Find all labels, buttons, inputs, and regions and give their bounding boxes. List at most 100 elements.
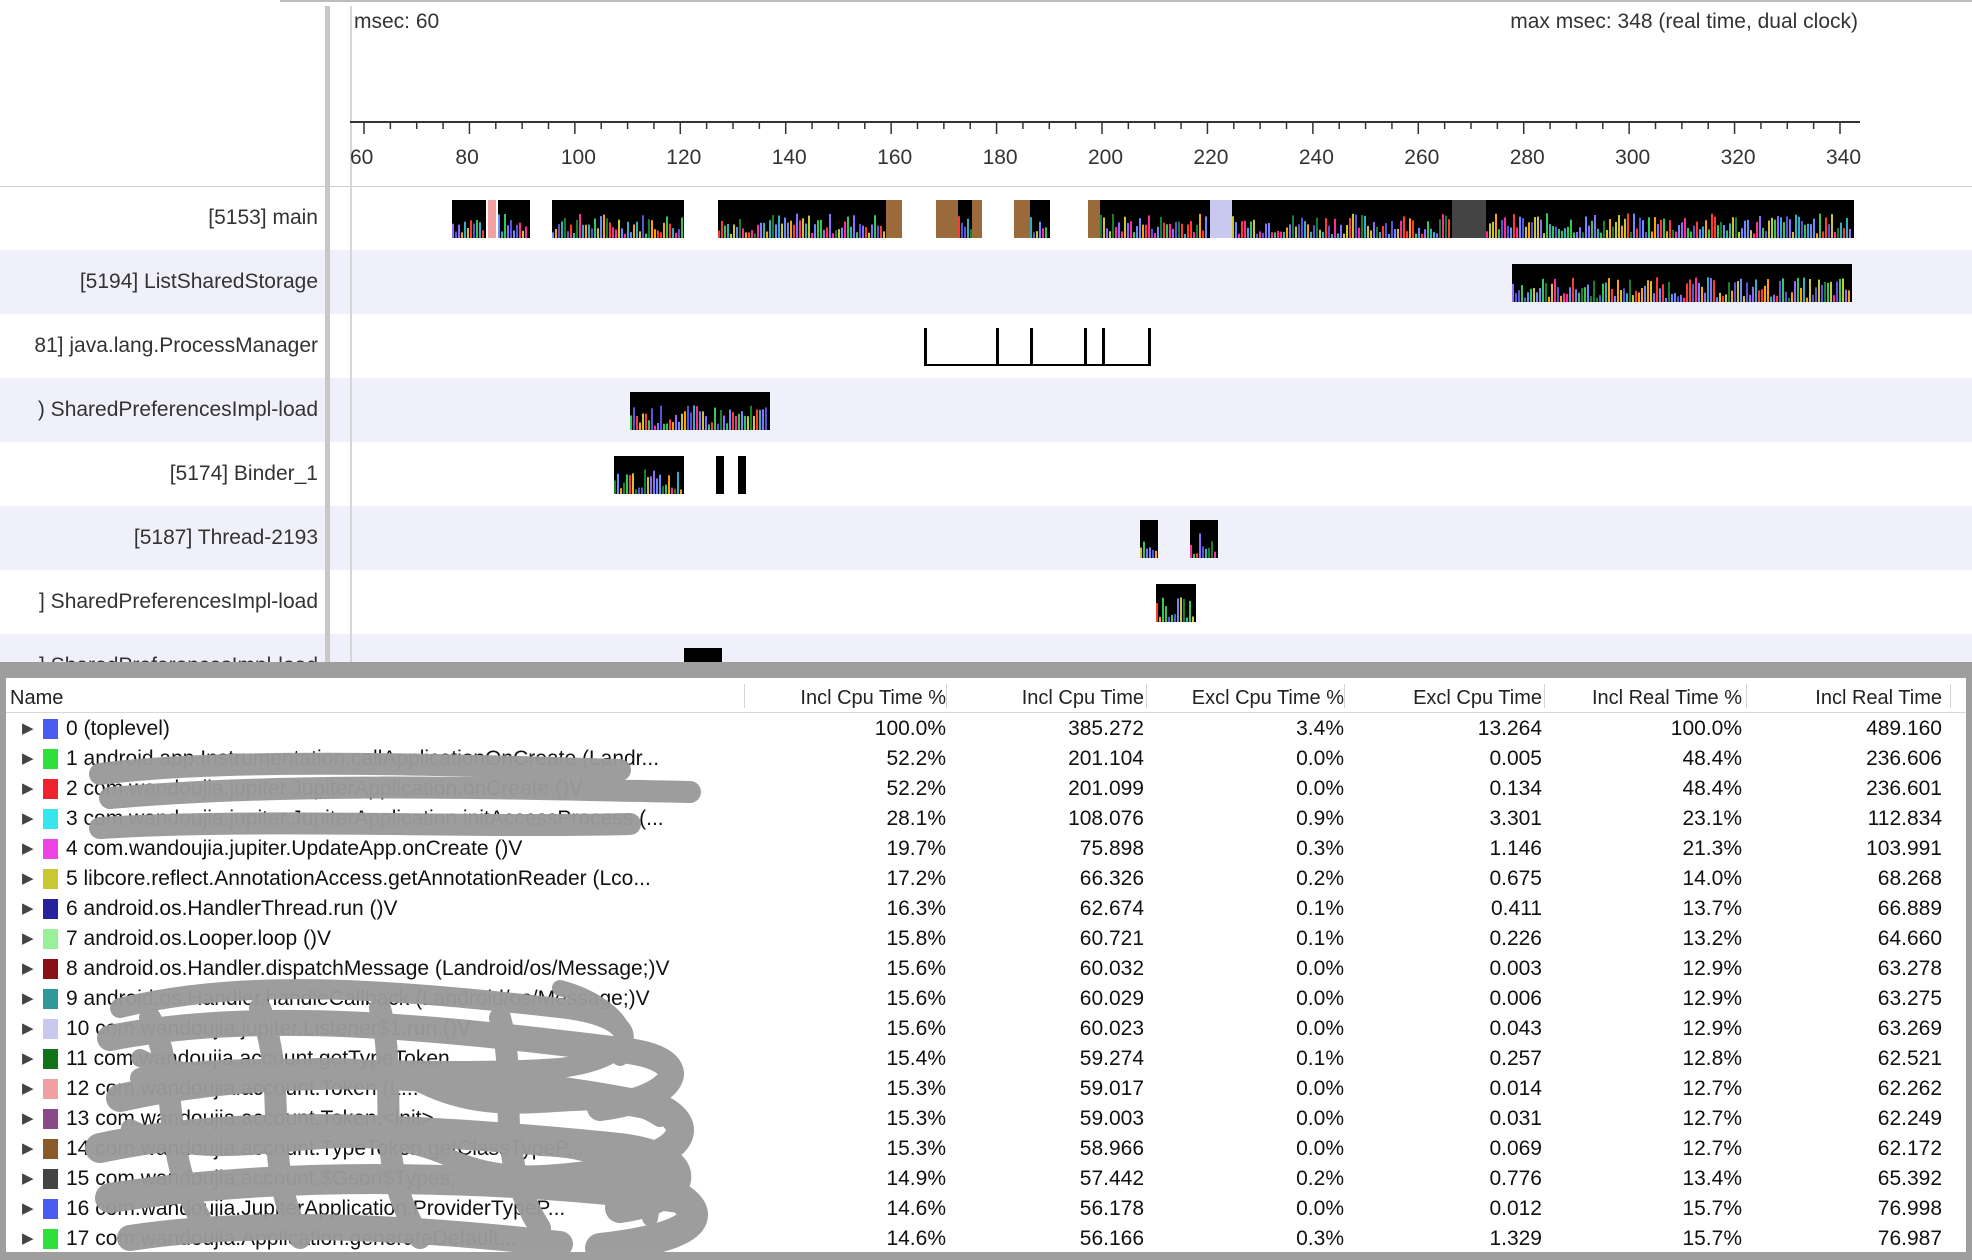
- table-border-right: [1966, 678, 1972, 1260]
- method-spike: [1705, 220, 1707, 238]
- method-spike: [756, 409, 758, 430]
- activity-line: [924, 364, 1150, 366]
- profile-table[interactable]: Name Incl Cpu Time % Incl Cpu Time Excl …: [0, 678, 1972, 1260]
- method-spike: [1382, 226, 1384, 238]
- method-spike: [1445, 215, 1447, 238]
- method-spike: [597, 228, 599, 238]
- method-spike: [1241, 221, 1243, 238]
- method-spike: [1764, 285, 1766, 302]
- table-border-bottom: [0, 1252, 1972, 1260]
- method-spike: [1690, 231, 1692, 238]
- method-spike: [1292, 215, 1294, 238]
- method-spike: [621, 228, 623, 238]
- method-spike: [660, 405, 662, 430]
- method-spike: [1699, 229, 1701, 238]
- method-spike: [1825, 217, 1827, 238]
- method-spike: [1184, 233, 1186, 238]
- method-spike: [1370, 230, 1372, 238]
- method-spike: [642, 413, 644, 430]
- method-spike: [1322, 231, 1324, 238]
- method-spike: [1786, 216, 1788, 238]
- method-spike: [1707, 277, 1709, 302]
- method-spike: [1259, 231, 1261, 238]
- method-spike: [1621, 225, 1623, 238]
- method-spike: [609, 222, 611, 238]
- method-spike: [1788, 297, 1790, 302]
- method-spike: [1663, 218, 1665, 238]
- method-spike: [635, 489, 637, 494]
- method-spike: [1168, 616, 1170, 622]
- method-spike: [1439, 219, 1441, 238]
- method-spike: [1143, 541, 1145, 558]
- method-spike: [564, 218, 566, 238]
- method-spike: [1286, 227, 1288, 238]
- method-spike: [787, 222, 789, 238]
- method-spike: [687, 405, 689, 430]
- method-spike: [720, 409, 722, 430]
- method-spike: [1587, 284, 1589, 302]
- method-spike: [1698, 282, 1700, 302]
- method-spike: [1731, 290, 1733, 302]
- method-spike: [1665, 297, 1667, 302]
- method-spike: [1412, 220, 1414, 238]
- method-spike: [653, 470, 655, 494]
- method-spike: [659, 474, 661, 494]
- method-spike: [1136, 226, 1138, 238]
- method-spike: [1594, 214, 1596, 238]
- method-spike: [1827, 282, 1829, 302]
- pane-divider[interactable]: [0, 662, 1972, 678]
- method-spike: [1186, 617, 1188, 622]
- method-spike: [766, 231, 768, 238]
- method-spike: [1689, 279, 1691, 302]
- method-spike: [1436, 233, 1438, 238]
- method-spike: [1615, 221, 1617, 238]
- method-spike: [1597, 228, 1599, 238]
- method-spike: [1145, 224, 1147, 238]
- method-spike: [853, 215, 855, 238]
- method-spike: [1271, 232, 1273, 238]
- method-spike: [615, 229, 617, 238]
- method-spike: [639, 422, 641, 430]
- method-spike: [651, 220, 653, 238]
- method-spike: [1575, 289, 1577, 302]
- method-spike: [1558, 228, 1560, 238]
- thread-tracks[interactable]: [0, 0, 1972, 662]
- method-spike: [1590, 296, 1592, 302]
- method-spike: [588, 224, 590, 238]
- method-spike: [591, 228, 593, 238]
- timeline-panel[interactable]: [5153] main [5194] ListSharedStorage 81]…: [0, 0, 1972, 662]
- method-spike: [832, 233, 834, 238]
- method-spike: [1406, 231, 1408, 238]
- method-spike: [1774, 219, 1776, 238]
- method-spike: [617, 473, 619, 494]
- method-spike: [600, 216, 602, 238]
- method-spike: [760, 222, 762, 238]
- method-spike: [1845, 289, 1847, 302]
- method-spike: [1537, 216, 1539, 238]
- method-spike: [1782, 278, 1784, 302]
- method-spike: [871, 224, 873, 238]
- method-spike: [1180, 597, 1182, 622]
- method-spike: [681, 413, 683, 430]
- method-spike: [1507, 225, 1509, 238]
- method-spike: [1702, 226, 1704, 238]
- method-spike: [618, 219, 620, 238]
- method-spike: [790, 220, 792, 238]
- method-spike: [1687, 227, 1689, 238]
- method-spike: [1169, 223, 1171, 238]
- method-spike: [1376, 226, 1378, 238]
- method-spike: [1675, 231, 1677, 238]
- method-spike: [1427, 221, 1429, 238]
- method-spike: [504, 214, 506, 238]
- method-spike: [678, 421, 680, 430]
- method-spike: [479, 222, 481, 238]
- method-spike: [714, 407, 716, 430]
- method-spike: [769, 220, 771, 238]
- method-spike: [817, 220, 819, 238]
- method-spike: [835, 230, 837, 238]
- method-spike: [802, 218, 804, 238]
- method-spike: [1747, 219, 1749, 238]
- method-spike: [555, 229, 557, 238]
- method-spike: [1642, 220, 1644, 238]
- method-spike: [669, 419, 671, 430]
